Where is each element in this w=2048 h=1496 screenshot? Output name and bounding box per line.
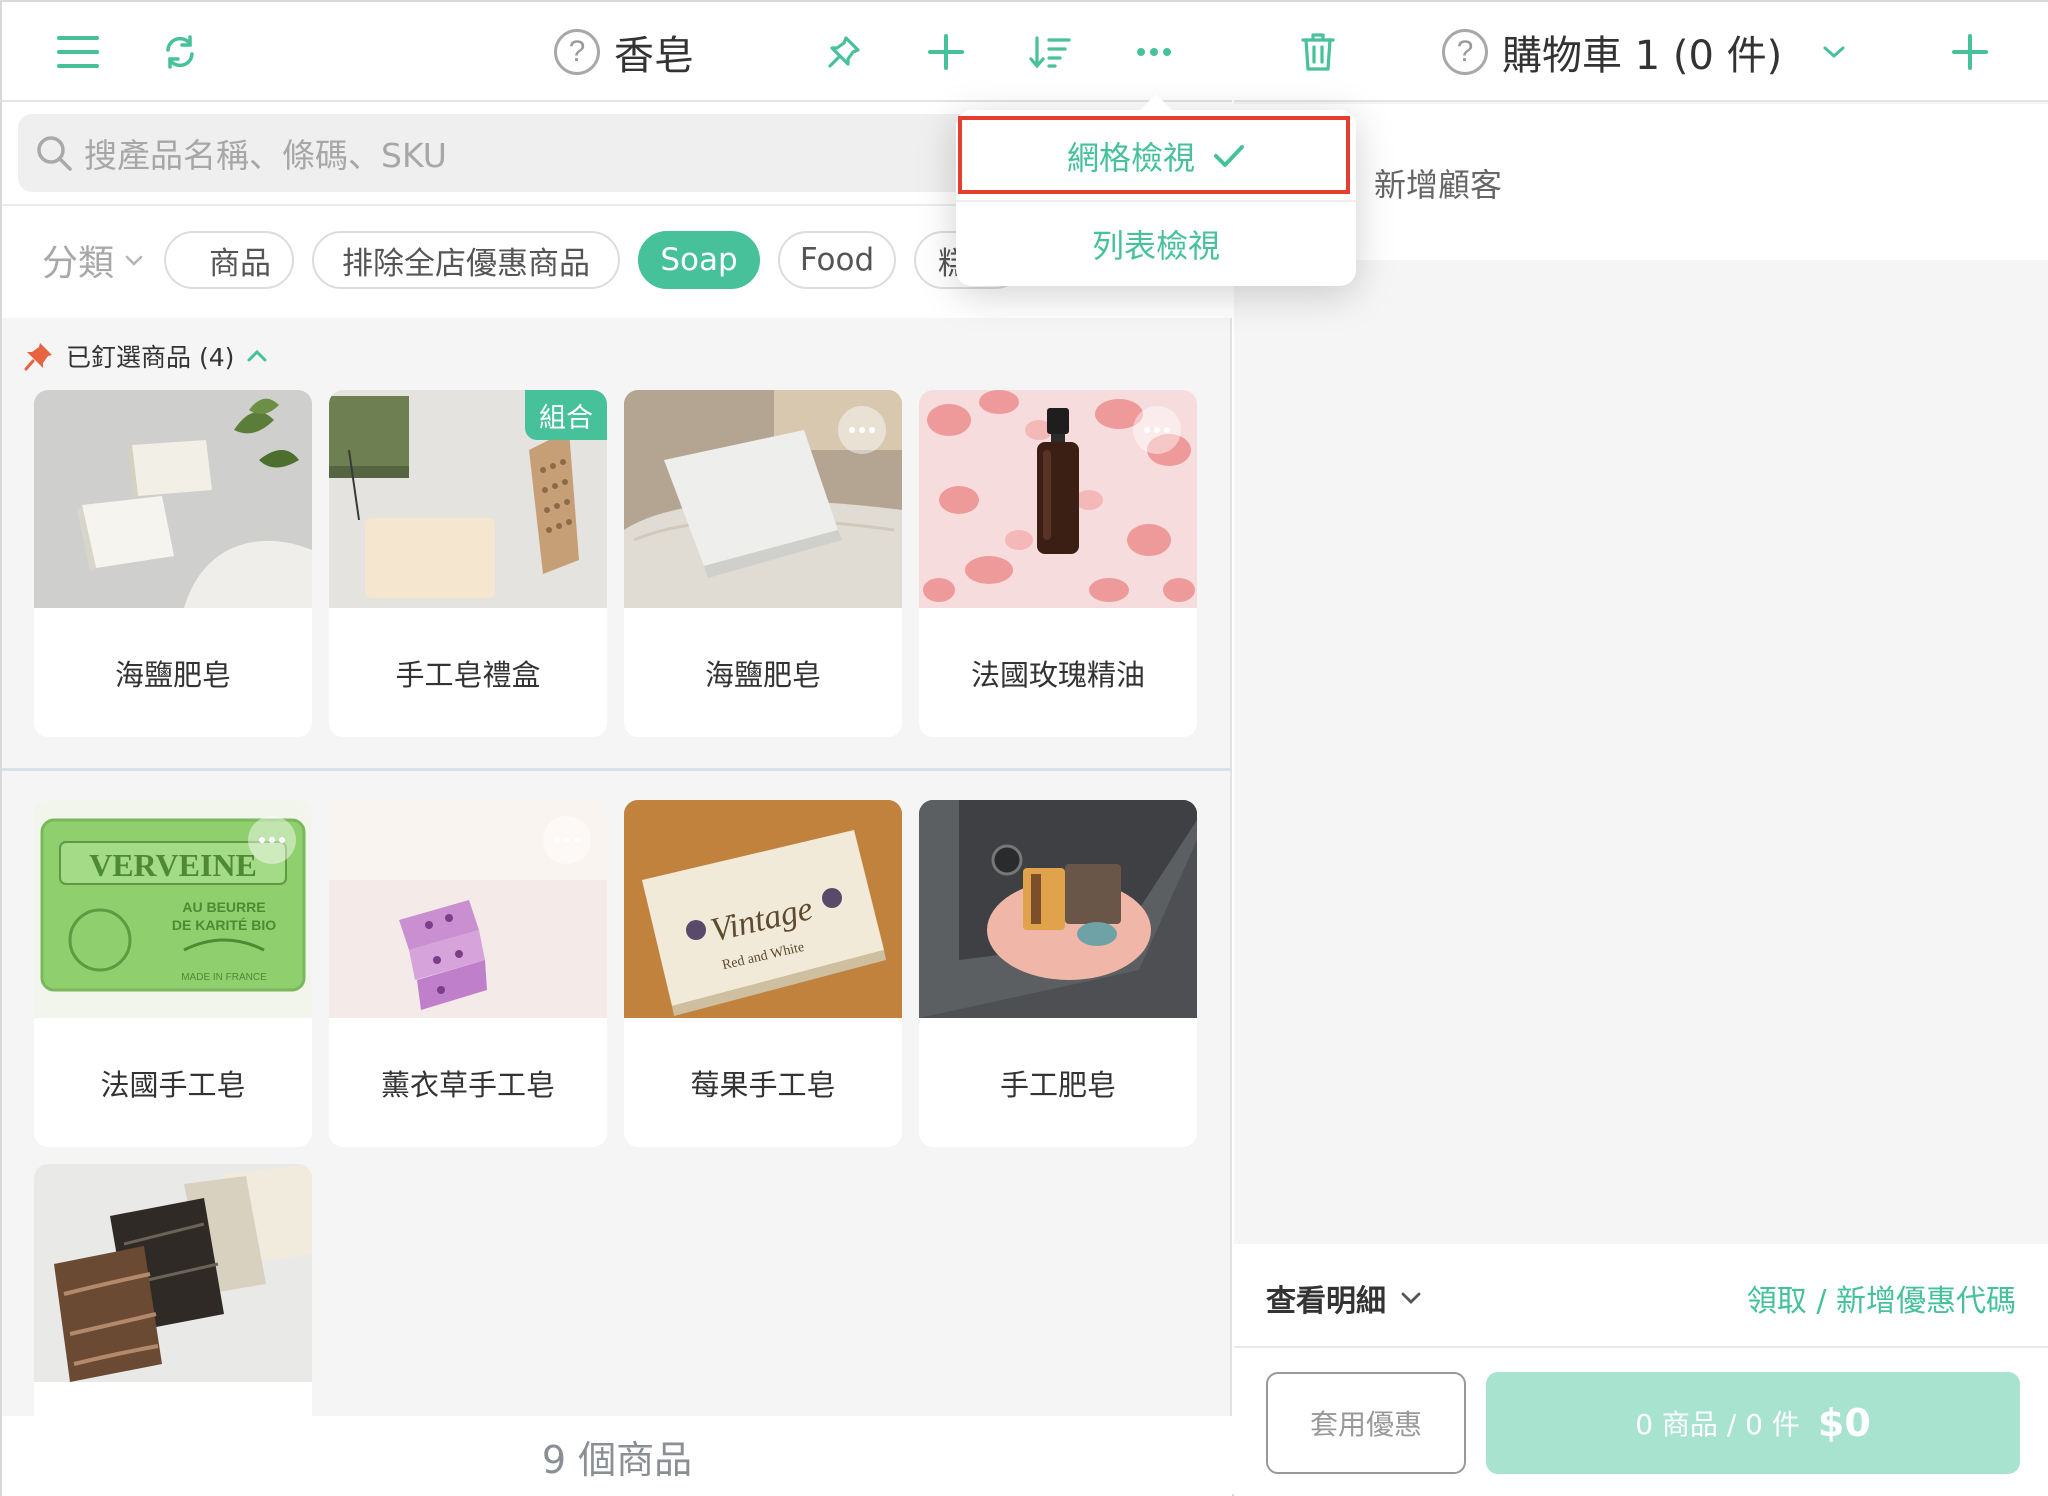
sort-icon[interactable] bbox=[1026, 28, 1074, 76]
product-toolbar: ? 香皂 bbox=[2, 2, 1232, 102]
cart-pane: ? 購物車 1 (0 件) 新增顧客 查看明細 領取 / 新增優惠代碼 套用優惠… bbox=[1234, 2, 2048, 1496]
product-name: 法國玫瑰精油 bbox=[970, 657, 1145, 692]
checkout-button[interactable]: 0 商品 / 0 件 $0 bbox=[1486, 1372, 2020, 1474]
check-icon bbox=[1214, 145, 1244, 167]
product-name: 莓果手工皂 bbox=[690, 1067, 836, 1102]
filter-chip-exclude-promo[interactable]: 排除全店優惠商品 bbox=[312, 231, 620, 289]
pin-icon[interactable] bbox=[820, 28, 868, 76]
view-details-label: 查看明細 bbox=[1266, 1284, 1386, 1319]
pinned-section-header[interactable]: 已釘選商品 (4) bbox=[24, 338, 268, 374]
chevron-down-icon[interactable] bbox=[1814, 32, 1854, 72]
pinned-product-card[interactable]: 海鹽肥皂 bbox=[34, 390, 312, 737]
search-icon bbox=[37, 136, 72, 171]
product-card[interactable]: VERVEINE AU BEURRE DE KARITÉ BIO MADE IN… bbox=[34, 800, 312, 1147]
add-cart-icon[interactable] bbox=[1946, 28, 1994, 76]
product-name: 海鹽肥皂 bbox=[114, 657, 231, 692]
view-mode-menu: 網格檢視 列表檢視 bbox=[956, 94, 1356, 286]
trash-icon[interactable] bbox=[1294, 28, 1342, 76]
pos-app: ? 香皂 搜產品名稱、條碼、SKU 分類 商品 排除全店優惠商品 Soap Fo… bbox=[0, 0, 2048, 1496]
bundle-badge: 組合 bbox=[525, 390, 607, 440]
more-icon[interactable] bbox=[1130, 28, 1178, 76]
menu-divider bbox=[956, 200, 1356, 202]
help-icon[interactable]: ? bbox=[554, 29, 600, 75]
cart-title: 購物車 1 (0 件) bbox=[1502, 33, 1783, 79]
filter-chip[interactable]: 商品 bbox=[164, 231, 294, 289]
plus-icon[interactable] bbox=[922, 28, 970, 76]
filter-chip-food[interactable]: Food bbox=[778, 231, 896, 289]
page-title: 香皂 bbox=[614, 33, 694, 79]
chevron-down-icon bbox=[125, 255, 143, 266]
checkout-count: 0 商品 / 0 件 bbox=[1635, 1408, 1800, 1441]
pinned-product-card[interactable]: 組合 手工皂禮盒 bbox=[329, 390, 607, 737]
product-count: 9 個商品 bbox=[2, 1416, 1232, 1496]
svg-text:VERVEINE: VERVEINE bbox=[89, 847, 257, 883]
cart-action-row: 套用優惠 0 商品 / 0 件 $0 bbox=[1234, 1348, 2048, 1496]
product-image: Vintage Red and White bbox=[624, 800, 902, 1018]
pinned-label: 已釘選商品 (4) bbox=[66, 343, 235, 372]
product-image bbox=[919, 800, 1197, 1018]
help-icon[interactable]: ? bbox=[1442, 29, 1488, 75]
view-details-toggle[interactable]: 查看明細 bbox=[1266, 1276, 1422, 1320]
category-label: 分類 bbox=[42, 243, 115, 284]
filter-chip-label: 商品 bbox=[209, 245, 271, 282]
add-customer-label: 新增顧客 bbox=[1374, 166, 1503, 204]
category-dropdown[interactable]: 分類 bbox=[42, 234, 144, 286]
product-card[interactable]: Vintage Red and White 莓果手工皂 bbox=[624, 800, 902, 1147]
pinned-pin-icon bbox=[24, 343, 52, 371]
coupon-code-link[interactable]: 領取 / 新增優惠代碼 bbox=[1747, 1276, 2016, 1320]
svg-text:AU BEURRE: AU BEURRE bbox=[182, 899, 265, 915]
checkout-amount: $0 bbox=[1817, 1401, 1871, 1445]
product-name: 手工皂禮盒 bbox=[395, 657, 541, 692]
filter-chip-label: Food bbox=[799, 242, 875, 278]
product-more-button[interactable] bbox=[248, 816, 296, 864]
product-more-button[interactable] bbox=[838, 406, 886, 454]
list-view-label: 列表檢視 bbox=[1091, 227, 1220, 265]
product-more-button[interactable] bbox=[543, 816, 591, 864]
product-image bbox=[34, 390, 312, 608]
search-placeholder: 搜產品名稱、條碼、SKU bbox=[84, 136, 447, 175]
product-card[interactable]: 手工肥皂 bbox=[919, 800, 1197, 1147]
filter-chip-label: Soap bbox=[660, 242, 738, 278]
product-name: 海鹽肥皂 bbox=[704, 657, 821, 692]
product-image bbox=[34, 1164, 312, 1382]
pinned-product-card[interactable]: 法國玫瑰精油 bbox=[919, 390, 1197, 737]
svg-text:DE KARITÉ BIO: DE KARITÉ BIO bbox=[172, 917, 276, 933]
refresh-icon[interactable] bbox=[156, 28, 204, 76]
add-customer-row[interactable]: 新增顧客 bbox=[1234, 104, 2048, 260]
product-name: 法國手工皂 bbox=[100, 1067, 246, 1102]
svg-text:MADE IN FRANCE: MADE IN FRANCE bbox=[181, 972, 267, 983]
pinned-divider bbox=[2, 768, 1232, 771]
filter-chip-soap[interactable]: Soap bbox=[638, 231, 760, 289]
apply-discount-button[interactable]: 套用優惠 bbox=[1266, 1372, 1466, 1474]
pinned-product-card[interactable]: 海鹽肥皂 bbox=[624, 390, 902, 737]
menu-arrow bbox=[1138, 94, 1174, 112]
product-more-button[interactable] bbox=[1133, 406, 1181, 454]
product-name: 薰衣草手工皂 bbox=[380, 1067, 555, 1102]
grid-view-label: 網格檢視 bbox=[1066, 139, 1195, 177]
menu-icon[interactable] bbox=[54, 28, 102, 76]
grid-view-option[interactable]: 網格檢視 bbox=[956, 116, 1356, 196]
product-card[interactable]: 薰衣草手工皂 bbox=[329, 800, 607, 1147]
cart-detail-row: 查看明細 領取 / 新增優惠代碼 bbox=[1234, 1244, 2048, 1348]
filter-chip-label: 排除全店優惠商品 bbox=[342, 245, 590, 282]
product-name: 手工肥皂 bbox=[999, 1067, 1116, 1102]
chevron-down-icon bbox=[1401, 1292, 1421, 1304]
cart-toolbar: ? 購物車 1 (0 件) bbox=[1234, 2, 2048, 102]
search-input[interactable]: 搜產品名稱、條碼、SKU bbox=[18, 114, 998, 192]
chevron-up-icon bbox=[247, 349, 267, 362]
list-view-option[interactable]: 列表檢視 bbox=[956, 204, 1356, 284]
